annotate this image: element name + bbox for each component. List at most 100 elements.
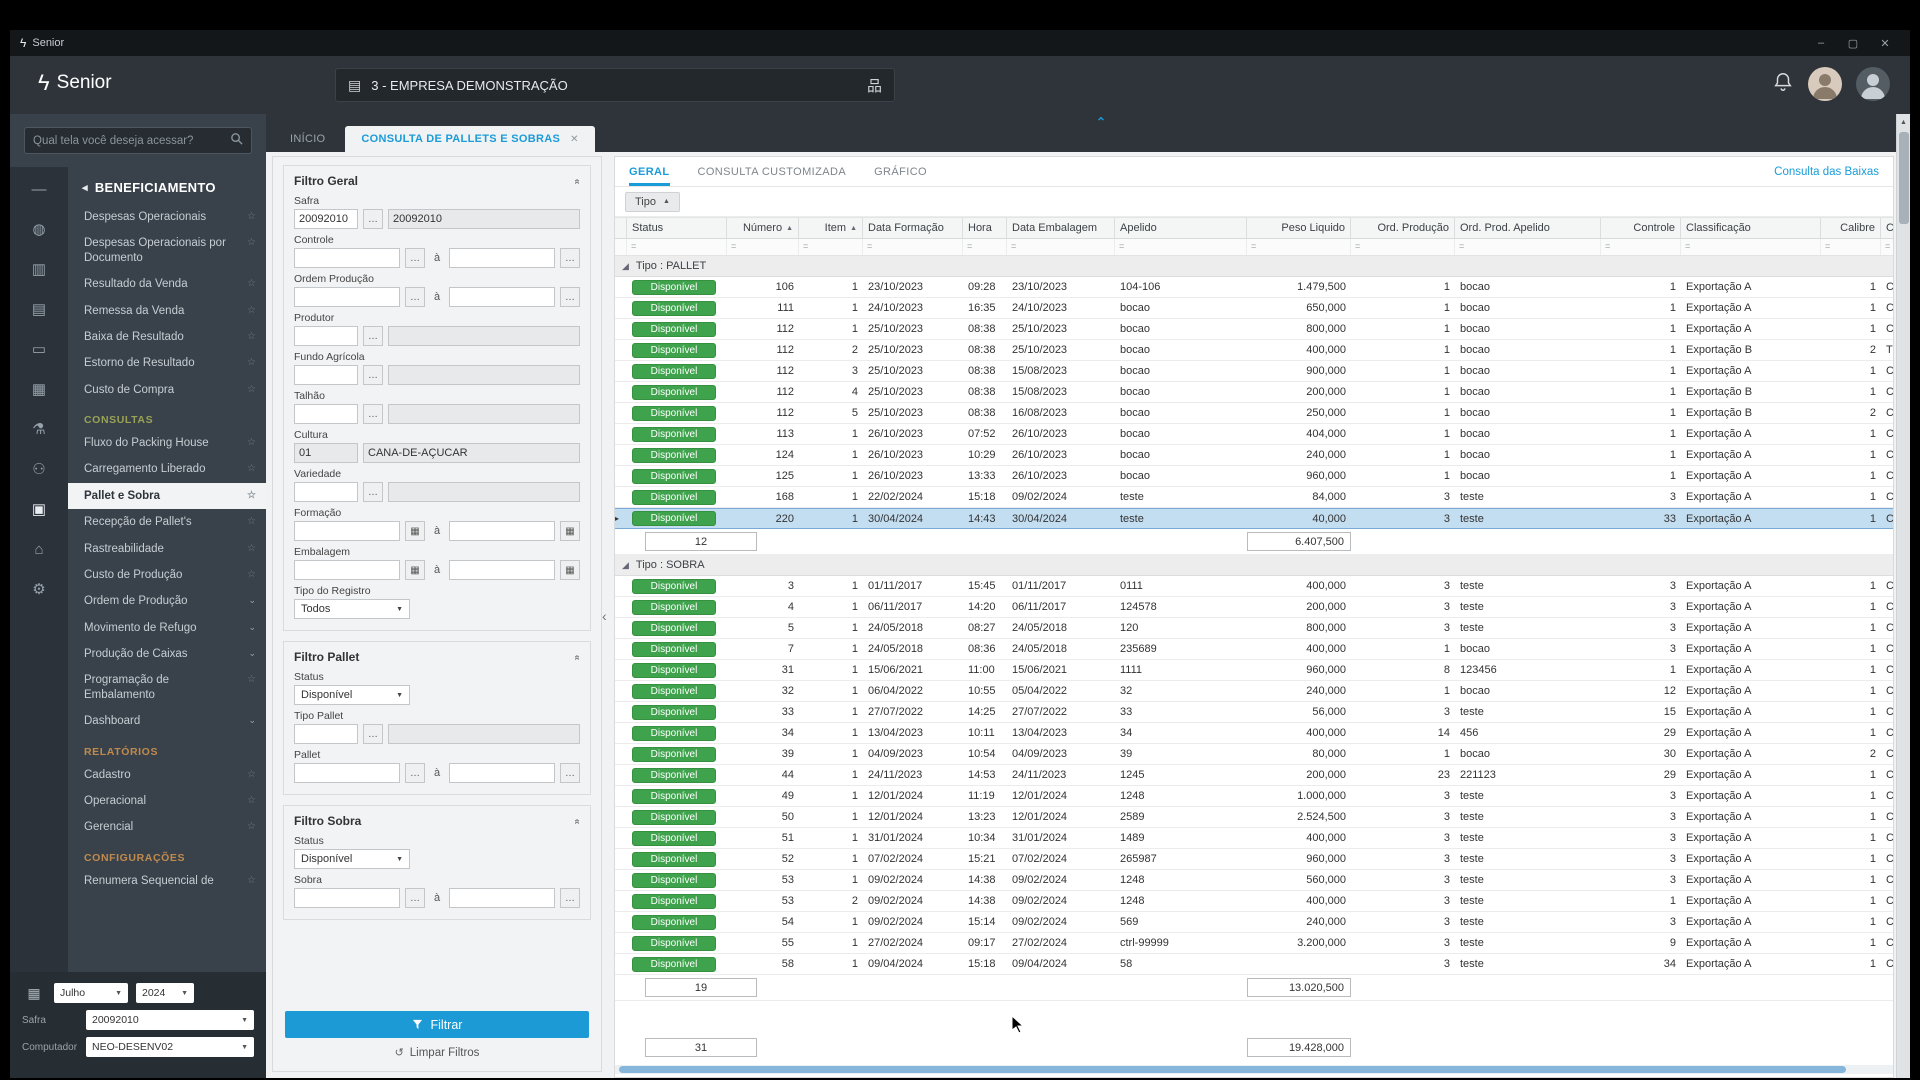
table-row[interactable]: Disponível 50 1 12/01/2024 13:23 12/01/2024 25…: [615, 807, 1893, 828]
lookup-button[interactable]: …: [560, 763, 580, 783]
search-icon[interactable]: [230, 132, 243, 150]
sidebar-item[interactable]: Estorno de Resultado ☆: [68, 350, 266, 376]
month-select[interactable]: Julho ▼: [54, 983, 128, 1003]
column-header-hora[interactable]: Hora: [963, 218, 1007, 238]
home-icon[interactable]: ⌂: [34, 541, 43, 559]
embalagem-input[interactable]: [294, 560, 400, 580]
favorite-star-icon[interactable]: ☆: [247, 516, 256, 529]
favorite-star-icon[interactable]: ☆: [247, 211, 256, 224]
table-row[interactable]: Disponível 53 2 09/02/2024 14:38 09/02/2024 12…: [615, 891, 1893, 912]
calendar-button[interactable]: ▦: [560, 560, 580, 580]
table-row[interactable]: Disponível 112 1 25/10/2023 08:38 25/10/2023 b…: [615, 319, 1893, 340]
table-row[interactable]: Disponível 53 1 09/02/2024 14:38 09/02/2024 12…: [615, 870, 1893, 891]
lookup-button[interactable]: …: [363, 365, 383, 385]
sidebar-item[interactable]: Custo de Produção ☆: [68, 562, 266, 588]
users-icon[interactable]: ⚇: [32, 461, 45, 479]
global-search[interactable]: [24, 127, 252, 154]
column-filter-cell[interactable]: =: [1681, 239, 1821, 255]
favorite-star-icon[interactable]: ☆: [247, 237, 256, 250]
sidebar-item[interactable]: Fluxo do Packing House ☆: [68, 430, 266, 456]
table-row[interactable]: Disponível 52 1 07/02/2024 15:21 07/02/2024 26…: [615, 849, 1893, 870]
column-filter-cell[interactable]: =: [1455, 239, 1601, 255]
table-row[interactable]: Disponível 49 1 12/01/2024 11:19 12/01/2024 12…: [615, 786, 1893, 807]
column-header-numero[interactable]: Número ▲: [727, 218, 799, 238]
table-row[interactable]: Disponível 33 1 27/07/2022 14:25 27/07/2022 33…: [615, 702, 1893, 723]
ordem-producao-input[interactable]: [449, 287, 555, 307]
safra-select[interactable]: 20092010 ▼: [86, 1010, 254, 1030]
table-row[interactable]: Disponível 51 1 31/01/2024 10:34 31/01/2024 14…: [615, 828, 1893, 849]
consulta-baixas-link[interactable]: Consulta das Baixas: [1774, 166, 1879, 178]
module-title[interactable]: ◂ BENEFICIAMENTO: [68, 167, 266, 204]
table-row[interactable]: Disponível 106 1 23/10/2023 09:28 23/10/2023 1…: [615, 277, 1893, 298]
lookup-button[interactable]: …: [363, 209, 383, 229]
favorite-star-icon[interactable]: ☆: [247, 875, 256, 888]
controle-input[interactable]: [449, 248, 555, 268]
column-header-calibre[interactable]: Calibre: [1821, 218, 1881, 238]
chevron-left-icon[interactable]: ◂: [82, 181, 88, 194]
group-row[interactable]: ◢ Tipo : PALLET: [615, 256, 1893, 277]
sidebar-item[interactable]: Gerencial ☆: [68, 814, 266, 840]
column-header-ord-producao[interactable]: Ord. Produção: [1351, 218, 1455, 238]
sidebar-item[interactable]: Produção de Caixas ⌄: [68, 641, 266, 667]
sidebar-item[interactable]: Operacional ☆: [68, 788, 266, 814]
column-filter-cell[interactable]: =: [799, 239, 863, 255]
formacao-input[interactable]: [294, 521, 400, 541]
column-filter-cell[interactable]: =: [1247, 239, 1351, 255]
column-filter-cell[interactable]: =: [1821, 239, 1881, 255]
column-filter-cell[interactable]: =: [863, 239, 963, 255]
table-row[interactable]: Disponível 112 5 25/10/2023 08:38 16/08/2023 b…: [615, 403, 1893, 424]
favorite-star-icon[interactable]: ☆: [247, 795, 256, 808]
user-avatar[interactable]: [1808, 67, 1842, 101]
sidebar-item[interactable]: Despesas Operacionais por Documento ☆: [68, 230, 266, 271]
sidebar-item[interactable]: Despesas Operacionais ☆: [68, 204, 266, 230]
safra-input[interactable]: [294, 209, 358, 229]
vertical-scrollbar[interactable]: ▲: [1896, 114, 1910, 1078]
close-tab-icon[interactable]: ✕: [570, 134, 579, 145]
calendar-button[interactable]: ▦: [404, 560, 425, 580]
column-filter-cell[interactable]: =: [963, 239, 1007, 255]
scroll-up-icon[interactable]: ▲: [1897, 114, 1910, 126]
scrollbar-thumb[interactable]: [1899, 132, 1909, 224]
favorite-star-icon[interactable]: ☆: [247, 821, 256, 834]
sidebar-item[interactable]: Recepção de Pallet's ☆: [68, 509, 266, 535]
group-chip-tipo[interactable]: Tipo ▲: [625, 191, 680, 212]
collapse-header-icon[interactable]: ⌃: [1096, 115, 1106, 129]
minimize-button[interactable]: –: [1806, 37, 1836, 50]
sidebar-item[interactable]: Dashboard ⌄: [68, 708, 266, 734]
variedade-input[interactable]: [294, 482, 358, 502]
sidebar-item[interactable]: Baixa de Resultado ☆: [68, 324, 266, 350]
pallet-input[interactable]: [294, 763, 400, 783]
table-row[interactable]: Disponível 112 3 25/10/2023 08:38 15/08/2023 b…: [615, 361, 1893, 382]
column-filter-cell[interactable]: =: [1351, 239, 1455, 255]
chevron-down-icon[interactable]: ⌄: [248, 715, 256, 726]
lookup-button[interactable]: …: [560, 287, 580, 307]
favorite-star-icon[interactable]: ☆: [247, 463, 256, 476]
favorite-star-icon[interactable]: ☆: [247, 490, 256, 503]
sobra-input[interactable]: [294, 888, 400, 908]
embalagem-input[interactable]: [449, 560, 555, 580]
favorite-star-icon[interactable]: ☆: [247, 305, 256, 318]
favorite-star-icon[interactable]: ☆: [247, 543, 256, 556]
sidebar-item[interactable]: Custo de Compra ☆: [68, 377, 266, 403]
sidebar-item[interactable]: Resultado da Venda ☆: [68, 271, 266, 297]
lookup-button[interactable]: …: [404, 763, 425, 783]
lookup-button[interactable]: …: [363, 724, 383, 744]
tab-consulta-pallets[interactable]: CONSULTA DE PALLETS E SOBRAS ✕: [345, 126, 595, 152]
horizontal-scrollbar[interactable]: [615, 1065, 1893, 1074]
year-select[interactable]: 2024 ▼: [136, 983, 194, 1003]
tab-inicio[interactable]: INÍCIO: [274, 126, 341, 152]
lookup-button[interactable]: …: [560, 888, 580, 908]
chevron-down-icon[interactable]: ⌄: [248, 595, 256, 606]
chevron-down-icon[interactable]: ⌄: [248, 648, 256, 659]
lookup-button[interactable]: …: [404, 248, 425, 268]
column-filter-cell[interactable]: =: [1007, 239, 1115, 255]
table-row[interactable]: Disponível 168 1 22/02/2024 15:18 09/02/2024 t…: [615, 487, 1893, 508]
table-row[interactable]: Disponível 3 1 01/11/2017 15:45 01/11/2017 011…: [615, 576, 1893, 597]
org-structure-icon[interactable]: 品: [867, 75, 882, 96]
maximize-button[interactable]: ▢: [1838, 37, 1868, 50]
table-row[interactable]: Disponível 55 1 27/02/2024 09:17 27/02/2024 ct…: [615, 933, 1893, 954]
favorite-star-icon[interactable]: ☆: [247, 769, 256, 782]
sidebar-item[interactable]: Programação de Embalamento ☆: [68, 667, 266, 708]
table-row[interactable]: Disponível 112 4 25/10/2023 08:38 15/08/2023 b…: [615, 382, 1893, 403]
fundo-agricola-input[interactable]: [294, 365, 358, 385]
